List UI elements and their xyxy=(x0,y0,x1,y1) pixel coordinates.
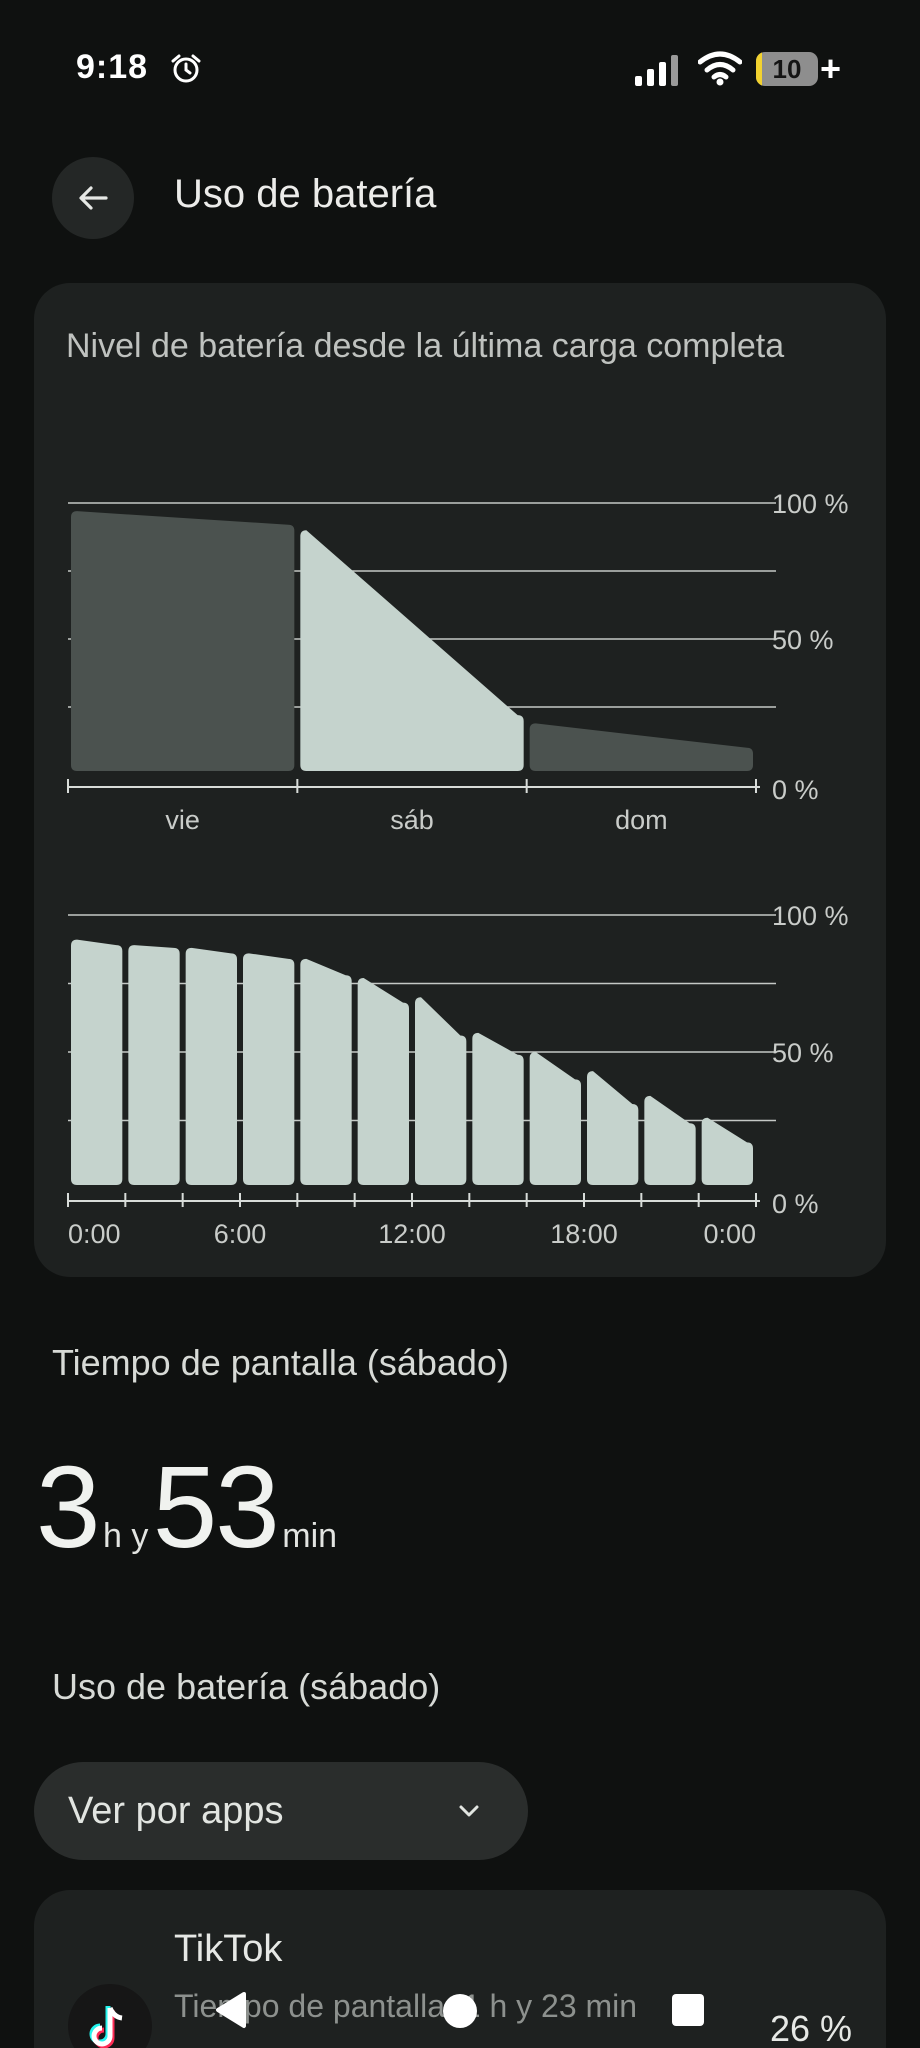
arrow-back-icon xyxy=(79,186,108,210)
alarm-icon xyxy=(171,54,201,83)
signal-icon xyxy=(635,55,678,86)
chart2-bar xyxy=(185,947,237,1185)
chart2-x-label: 0:00 xyxy=(68,1219,121,1249)
chart2-y-label: 0 % xyxy=(772,1189,819,1219)
chart2-bar xyxy=(71,939,123,1185)
chart1-x-label: dom xyxy=(615,805,668,835)
battery-icon: 10 xyxy=(756,52,818,86)
wifi-icon xyxy=(698,51,742,86)
status-bar: 9:18 10 + xyxy=(0,0,920,140)
chart1-y-label: 0 % xyxy=(772,775,819,805)
charging-plus-icon: + xyxy=(820,48,842,89)
nav-back-icon[interactable] xyxy=(212,1990,248,2030)
chart2-x-label: 18:00 xyxy=(550,1219,618,1249)
chevron-down-icon xyxy=(459,1805,479,1817)
chart1-segment-dom xyxy=(529,723,753,771)
page-title: Uso de batería xyxy=(174,172,437,216)
app-name: TikTok xyxy=(174,1928,283,1970)
nav-home-icon[interactable] xyxy=(443,1994,477,2028)
chart2-bar xyxy=(300,958,352,1185)
chart1-y-label: 100 % xyxy=(772,489,849,519)
chart2-bar xyxy=(644,1095,696,1185)
chart2-y-label: 100 % xyxy=(772,901,849,931)
nav-recents-icon[interactable] xyxy=(672,1994,704,2026)
chart2-bar xyxy=(701,1117,753,1185)
chart2-bar xyxy=(472,1032,524,1185)
battery-usage-screen: 9:18 10 + Uso de batería Nivel de baterí… xyxy=(0,0,920,2048)
navigation-bar xyxy=(0,1990,920,2048)
status-time: 9:18 xyxy=(76,48,149,86)
view-dropdown-label: Ver por apps xyxy=(68,1790,284,1832)
chart2-bar xyxy=(357,978,409,1185)
screen-time-minutes: 53 xyxy=(152,1442,280,1572)
battery-level-card: Nivel de batería desde la última carga c… xyxy=(34,283,886,1277)
chart1-x-label: vie xyxy=(165,805,200,835)
chart1-x-label: sáb xyxy=(390,805,434,835)
screen-time-value: 3 h y 53 min xyxy=(36,1440,338,1572)
chart2-x-label: 6:00 xyxy=(214,1219,267,1249)
chart2-bar xyxy=(587,1071,639,1185)
chart1-y-label: 50 % xyxy=(772,625,834,655)
screen-time-title: Tiempo de pantalla (sábado) xyxy=(52,1342,509,1383)
chart2-x-label: 12:00 xyxy=(378,1219,446,1249)
chart2-bar xyxy=(415,997,467,1185)
chart2-x-label: 0:00 xyxy=(703,1219,756,1249)
chart2-bar xyxy=(243,953,295,1185)
chart1-segment-vie xyxy=(71,511,295,771)
chart1-segment-sáb xyxy=(300,530,524,771)
screen-time-hours-unit: h y xyxy=(102,1517,149,1555)
battery-percent: 10 xyxy=(772,54,802,84)
chart2-bar xyxy=(128,945,180,1185)
back-button[interactable] xyxy=(52,157,134,239)
battery-charts: vie sáb dom 100 % 50 % 0 % 0:00 6:00 12:00 18:00 0… xyxy=(67,489,849,1249)
battery-usage-title: Uso de batería (sábado) xyxy=(52,1666,441,1707)
chart2-bar xyxy=(529,1052,581,1185)
view-by-apps-dropdown[interactable]: Ver por apps xyxy=(34,1762,528,1860)
screen-time-hours: 3 xyxy=(36,1442,101,1572)
screen-time-minutes-unit: min xyxy=(282,1517,338,1555)
chart2-y-label: 50 % xyxy=(772,1038,834,1068)
